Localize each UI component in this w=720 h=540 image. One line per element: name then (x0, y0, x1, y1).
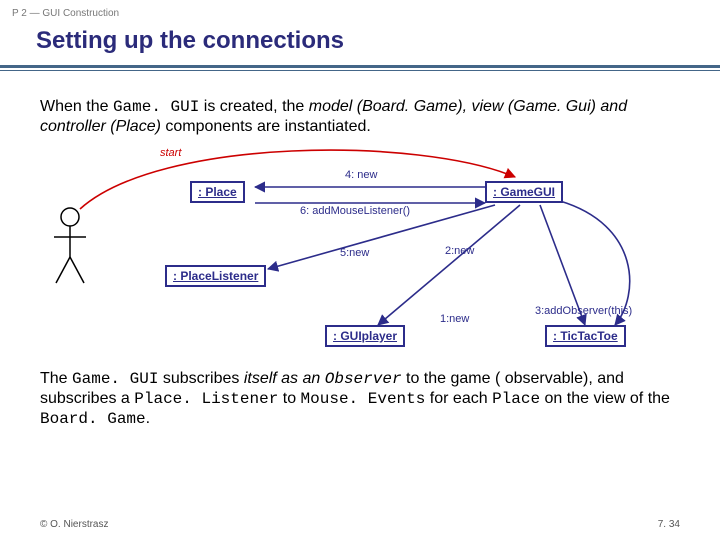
p2-t4: to (278, 390, 300, 407)
page-title: Setting up the connections (0, 23, 720, 65)
divider-thin (0, 70, 720, 71)
p1-t1: When the (40, 98, 113, 115)
p2-code3: Place. Listener (134, 390, 278, 408)
label-2new: 2:new (445, 245, 474, 257)
p2-t7: . (146, 410, 150, 427)
label-4new: 4: new (345, 169, 377, 181)
breadcrumb: P 2 — GUI Construction (0, 0, 720, 23)
uml-diagram: start : Place : GameGUI : PlaceListener … (40, 145, 680, 363)
p2-code5: Place (492, 390, 540, 408)
p2-t6: on the view of the (540, 390, 670, 407)
p2-t1: The (40, 370, 72, 387)
box-gamegui: : GameGUI (485, 181, 563, 203)
box-placelistener: : PlaceListener (165, 265, 266, 287)
box-tictactoe: : TicTacToe (545, 325, 626, 347)
p2-t2: subscribes (158, 370, 243, 387)
page-number: 7. 34 (658, 519, 680, 530)
box-place: : Place (190, 181, 245, 203)
p2-code6: Board. Game (40, 410, 146, 428)
p2-t5: for each (425, 390, 492, 407)
p1-t2: is created, the (199, 98, 308, 115)
paragraph-2: The Game. GUI subscribes itself as an Ob… (0, 369, 720, 429)
p1-t3: components are instantiated. (161, 118, 371, 135)
p2-ital1: itself as an (244, 370, 325, 387)
label-6addml: 6: addMouseListener() (300, 205, 410, 217)
footer: © O. Nierstrasz 7. 34 (40, 519, 680, 530)
label-3addobs: 3:addObserver(this) (535, 305, 632, 317)
label-start: start (160, 147, 181, 159)
paragraph-1: When the Game. GUI is created, the model… (0, 97, 720, 137)
label-5new: 5:new (340, 247, 369, 259)
p2-code2: Observer (325, 370, 402, 388)
p1-code1: Game. GUI (113, 98, 199, 116)
p2-code1: Game. GUI (72, 370, 158, 388)
label-1new: 1:new (440, 313, 469, 325)
box-guiplayer: : GUIplayer (325, 325, 405, 347)
copyright: © O. Nierstrasz (40, 519, 109, 530)
p2-code4: Mouse. Events (301, 390, 426, 408)
divider-thick (0, 65, 720, 68)
